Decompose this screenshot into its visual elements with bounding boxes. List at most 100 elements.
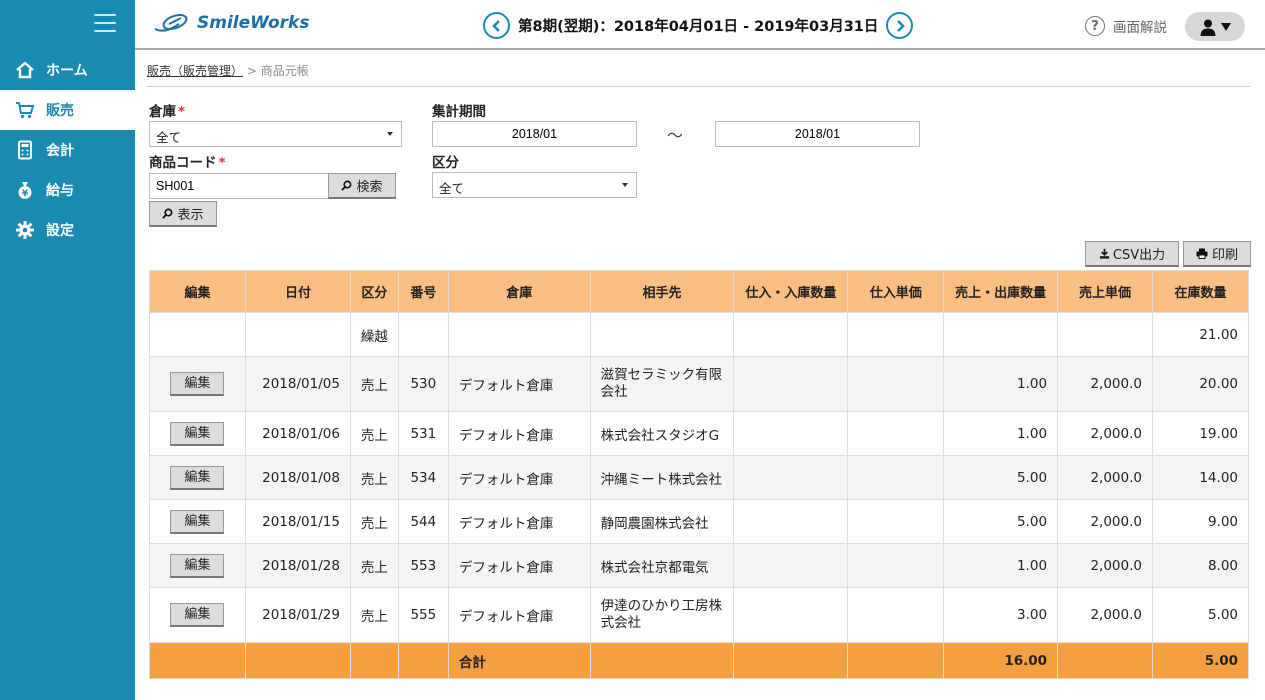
search-button[interactable]: 検索 [328,173,396,199]
fiscal-period-label: 第8期(翌期)：2018年04月01日 - 2019年03月31日 [518,19,879,35]
column-header: 日付 [244,270,351,313]
total-row: 合計 16.00 5.00 [149,642,1250,679]
edit-button[interactable]: 編集 [170,553,225,578]
period-from-input[interactable] [432,121,637,147]
svg-text:¥: ¥ [22,189,29,199]
total-stock: 5.00 [1151,642,1250,679]
date-cell: 2018/01/08 [244,455,351,500]
column-header: 編集 [149,270,246,313]
sales-qty-cell: 1.00 [943,411,1059,456]
sales-qty-cell: 5.00 [943,455,1059,500]
category-cell: 繰越 [349,312,399,357]
warehouse-select[interactable]: 全て [149,121,402,147]
breadcrumb-current: 商品元帳 [260,64,309,78]
partner-cell: 株式会社京都電気 [589,543,735,588]
column-header: 区分 [349,270,399,313]
breadcrumb-separator: > [246,64,257,78]
period-label: 集計期間 [432,104,486,120]
sales-qty-cell: 1.00 [943,543,1059,588]
search-icon [162,208,173,219]
column-header: 売上・出庫数量 [943,270,1059,313]
sidebar-item-label: ホーム [46,63,88,79]
product-ledger-table: 編集 日付 区分 番号 倉庫 相手先 仕入・入庫数量 仕入単価 売上・出庫数量 … [149,270,1250,679]
table-row: 編集 2018/01/29 売上 555 デフォルト倉庫 伊達のひかり工房株式会… [149,587,1250,643]
edit-button[interactable]: 編集 [170,421,225,446]
edit-button[interactable]: 編集 [170,372,225,396]
total-sales-qty: 16.00 [943,642,1059,679]
menu-toggle-icon[interactable] [94,14,116,34]
partner-cell: 伊達のひかり工房株式会社 [589,587,735,643]
edit-button[interactable]: 編集 [170,509,225,534]
sidebar-item-accounting[interactable]: 会計 [0,130,135,170]
caret-down-icon [622,183,628,187]
sidebar-item-label: 設定 [46,223,74,239]
breadcrumb: 販売（販売管理） > 商品元帳 [147,62,309,79]
breadcrumb-divider [147,86,1250,87]
category-cell: 売上 [349,356,399,412]
sales-price-cell: 2,000.0 [1057,455,1153,500]
product-code-input[interactable] [149,173,329,199]
smileworks-logo-icon [154,14,188,32]
home-icon [14,59,36,81]
edit-button[interactable]: 編集 [170,603,225,627]
chevron-left-icon [491,19,500,32]
total-label: 合計 [447,642,591,679]
category-select-value: 全て [439,181,465,196]
print-button[interactable]: 印刷 [1183,241,1251,267]
category-label: 区分 [432,155,459,171]
stock-cell: 21.00 [1151,312,1250,357]
sidebar-item-sales[interactable]: 販売 [0,90,135,130]
category-cell: 売上 [349,411,399,456]
table-row: 編集 2018/01/08 売上 534 デフォルト倉庫 沖縄ミート株式会社 5… [149,455,1250,500]
required-mark: * [218,155,226,171]
sidebar-item-settings[interactable]: 設定 [0,210,135,250]
app-logo[interactable]: SmileWorks [153,12,309,34]
category-cell: 売上 [349,499,399,544]
csv-export-label: CSV出力 [1112,248,1166,263]
number-cell: 534 [397,455,449,500]
date-cell: 2018/01/29 [244,587,351,643]
sales-price-cell: 2,000.0 [1057,499,1153,544]
next-period-button[interactable] [886,12,914,39]
category-cell: 売上 [349,455,399,500]
period-tilde: 〜 [667,126,684,145]
sidebar-item-payroll[interactable]: ¥ 給与 [0,170,135,210]
sidebar: ホーム 販売 会計 ¥ 給与 設定 [0,0,135,700]
display-button[interactable]: 表示 [149,201,217,227]
prev-period-button[interactable] [483,12,510,39]
sales-price-cell: 2,000.0 [1057,543,1153,588]
column-header: 倉庫 [447,270,591,313]
warehouse-cell: デフォルト倉庫 [447,587,591,643]
date-cell: 2018/01/06 [244,411,351,456]
partner-cell: 滋賀セラミック有限会社 [589,356,735,412]
sales-price-cell: 2,000.0 [1057,356,1153,412]
top-header: SmileWorks 第8期(翌期)：2018年04月01日 - 2019年03… [135,0,1265,50]
sidebar-item-label: 会計 [46,143,74,159]
sidebar-item-home[interactable]: ホーム [0,50,135,90]
stock-cell: 5.00 [1151,587,1250,643]
edit-button[interactable]: 編集 [170,465,225,490]
chevron-right-icon [897,19,905,32]
number-cell: 544 [397,499,449,544]
table-header-row: 編集 日付 区分 番号 倉庫 相手先 仕入・入庫数量 仕入単価 売上・出庫数量 … [149,270,1250,313]
category-select[interactable]: 全て [432,172,637,198]
csv-export-button[interactable]: CSV出力 [1085,241,1179,267]
stock-cell: 9.00 [1151,499,1250,544]
caret-down-icon [1220,22,1231,31]
table-row: 編集 2018/01/06 売上 531 デフォルト倉庫 株式会社スタジオG 1… [149,411,1250,456]
period-to-input[interactable] [715,121,920,147]
carry-over-row: 繰越 21.00 [149,312,1250,357]
column-header: 仕入・入庫数量 [733,270,849,313]
print-label: 印刷 [1211,248,1238,263]
sidebar-item-label: 販売 [46,103,74,119]
category-cell: 売上 [349,543,399,588]
breadcrumb-parent-link[interactable]: 販売（販売管理） [147,64,243,78]
print-icon [1196,248,1208,259]
number-cell: 530 [397,356,449,412]
column-header: 仕入単価 [847,270,945,313]
warehouse-cell: デフォルト倉庫 [447,356,591,412]
logo-text: SmileWorks [197,13,310,33]
help-button[interactable]: ? 画面解説 [1085,16,1167,36]
money-bag-icon: ¥ [14,179,36,201]
user-menu-button[interactable] [1185,12,1245,41]
